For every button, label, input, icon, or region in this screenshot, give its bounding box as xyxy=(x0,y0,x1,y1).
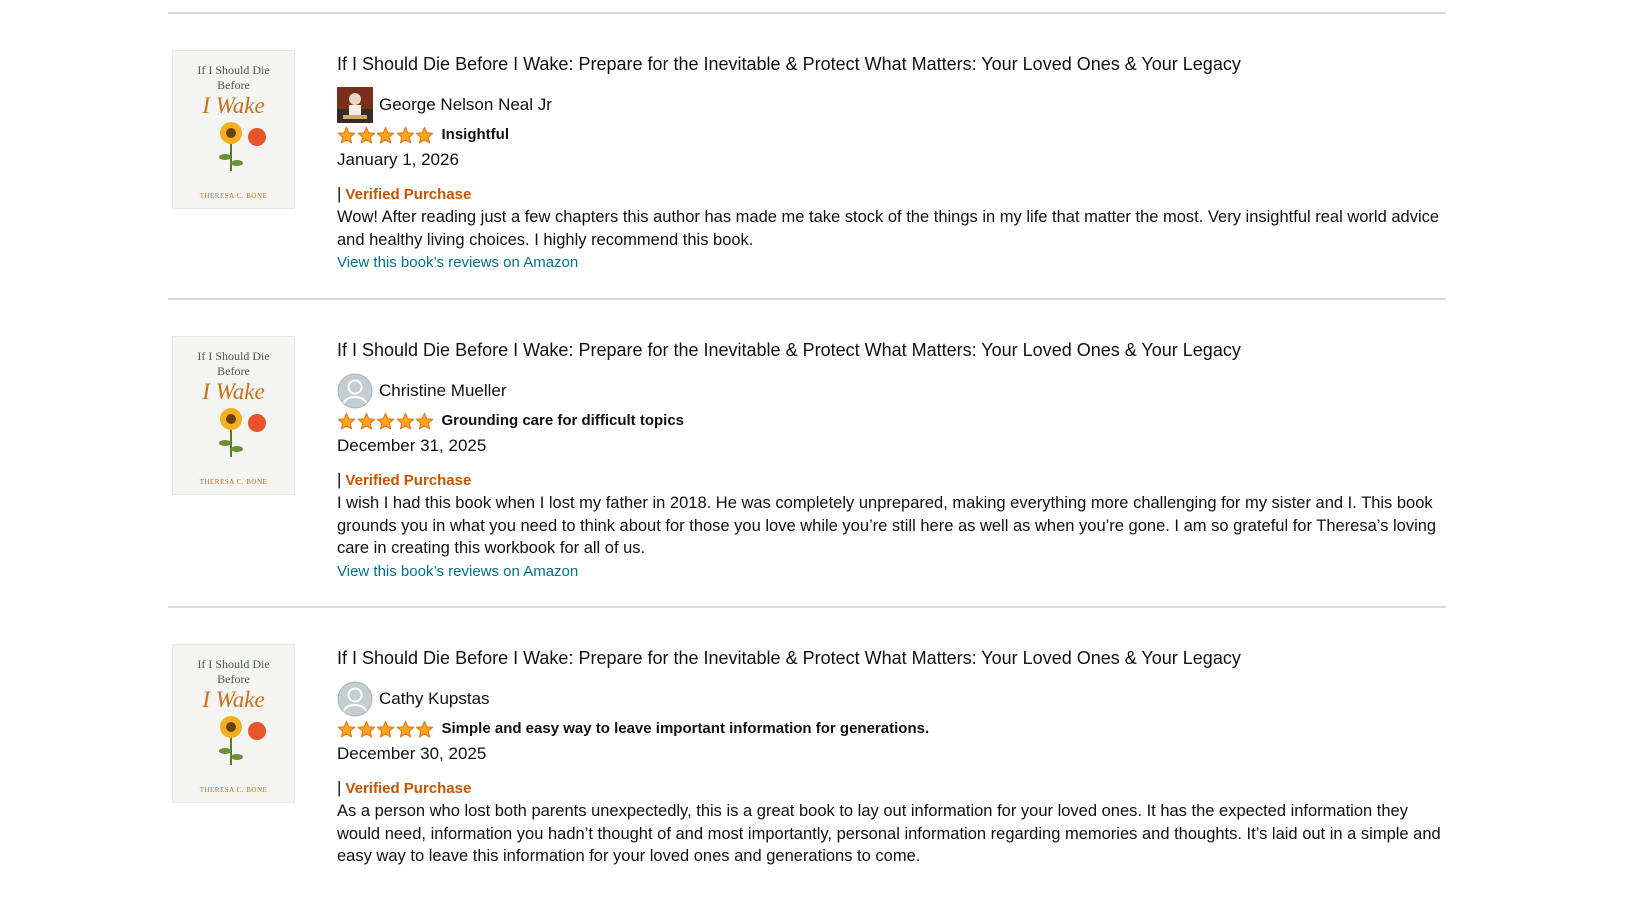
book-title[interactable]: If I Should Die Before I Wake: Prepare f… xyxy=(337,338,1241,362)
cover-author: THERESA C. BONE xyxy=(199,786,268,794)
star-icon xyxy=(357,720,375,737)
star-icon xyxy=(337,720,356,737)
star-rating xyxy=(337,126,435,145)
divider xyxy=(168,606,1446,608)
star-icon xyxy=(357,412,375,429)
book-title[interactable]: If I Should Die Before I Wake: Prepare f… xyxy=(337,646,1241,670)
star-icon xyxy=(337,412,356,429)
rating-row: Simple and easy way to leave important i… xyxy=(337,719,929,739)
reviewer: Cathy Kupstas xyxy=(337,681,490,717)
reviewer: George Nelson Neal Jr xyxy=(337,87,552,123)
sunflower-icon xyxy=(218,408,266,457)
default-avatar-icon[interactable] xyxy=(337,681,373,717)
cover-title-accent: I Wake xyxy=(202,93,265,118)
star-icon xyxy=(376,126,395,143)
star-rating xyxy=(337,412,435,431)
review-title: Insightful xyxy=(441,126,510,143)
book-cover-image[interactable]: If I Should Die Before I Wake THERESA C.… xyxy=(173,51,294,208)
sunflower-icon xyxy=(218,122,266,171)
reviewer-photo-avatar[interactable] xyxy=(337,87,373,123)
book-title[interactable]: If I Should Die Before I Wake: Prepare f… xyxy=(337,52,1241,76)
reviewer-name[interactable]: George Nelson Neal Jr xyxy=(379,94,552,116)
rating-row: Grounding care for difficult topics xyxy=(337,411,684,431)
star-icon xyxy=(337,126,356,143)
review-body: Wow! After reading just a few chapters t… xyxy=(337,206,1447,275)
review-body: As a person who lost both parents unexpe… xyxy=(337,800,1447,868)
reviewer: Christine Mueller xyxy=(337,373,507,409)
cover-title-line: If I Should Die xyxy=(197,349,270,363)
star-icon xyxy=(415,412,434,429)
reviewer-name[interactable]: Cathy Kupstas xyxy=(379,688,490,710)
verified-purchase-badge: Verified Purchase xyxy=(345,472,472,489)
review-title: Grounding care for difficult topics xyxy=(441,412,685,429)
review-date: January 1, 2026 xyxy=(337,150,459,169)
cover-title-accent: I Wake xyxy=(202,379,265,404)
review-date: December 31, 2025 xyxy=(337,436,487,455)
separator: | xyxy=(337,470,342,489)
cover-title-line: If I Should Die xyxy=(197,63,270,77)
divider xyxy=(168,12,1446,14)
star-icon xyxy=(376,720,395,737)
review-body: I wish I had this book when I lost my fa… xyxy=(337,492,1447,584)
cover-title-line: If I Should Die xyxy=(197,657,270,671)
book-cover-image[interactable]: If I Should Die Before I Wake THERESA C.… xyxy=(173,337,294,494)
star-icon xyxy=(396,720,414,737)
cover-title-line: Before xyxy=(217,672,250,686)
star-icon xyxy=(396,412,414,429)
review-date: December 30, 2025 xyxy=(337,744,487,763)
cover-title-line: Before xyxy=(217,78,250,92)
view-reviews-link[interactable]: View this book’s reviews on Amazon xyxy=(337,560,1447,584)
star-icon xyxy=(396,126,414,143)
review-text: As a person who lost both parents unexpe… xyxy=(337,802,1441,865)
review-text: Wow! After reading just a few chapters t… xyxy=(337,208,1440,249)
star-icon xyxy=(357,126,375,143)
cover-title-accent: I Wake xyxy=(202,687,265,712)
divider xyxy=(168,298,1446,300)
cover-author: THERESA C. BONE xyxy=(199,478,268,486)
verified-row: | Verified Purchase xyxy=(337,184,471,205)
view-reviews-link[interactable]: View this book’s reviews on Amazon xyxy=(337,251,1447,275)
rating-row: Insightful xyxy=(337,125,509,145)
review-text: I wish I had this book when I lost my fa… xyxy=(337,494,1437,557)
verified-row: | Verified Purchase xyxy=(337,778,471,799)
sunflower-icon xyxy=(218,716,266,765)
book-cover-image[interactable]: If I Should Die Before I Wake THERESA C.… xyxy=(173,645,294,802)
reviewer-name[interactable]: Christine Mueller xyxy=(379,380,507,402)
separator: | xyxy=(337,778,342,797)
cover-author: THERESA C. BONE xyxy=(199,192,268,200)
cover-title-line: Before xyxy=(217,364,250,378)
verified-purchase-badge: Verified Purchase xyxy=(345,186,472,203)
star-icon xyxy=(376,412,395,429)
star-rating xyxy=(337,720,435,739)
reviews-page: If I Should Die Before I Wake THERESA C.… xyxy=(0,0,1639,900)
review-title: Simple and easy way to leave important i… xyxy=(441,720,930,737)
default-avatar-icon[interactable] xyxy=(337,373,373,409)
star-icon xyxy=(415,126,434,143)
star-icon xyxy=(415,720,434,737)
verified-purchase-badge: Verified Purchase xyxy=(345,780,472,797)
verified-row: | Verified Purchase xyxy=(337,470,471,491)
separator: | xyxy=(337,184,342,203)
